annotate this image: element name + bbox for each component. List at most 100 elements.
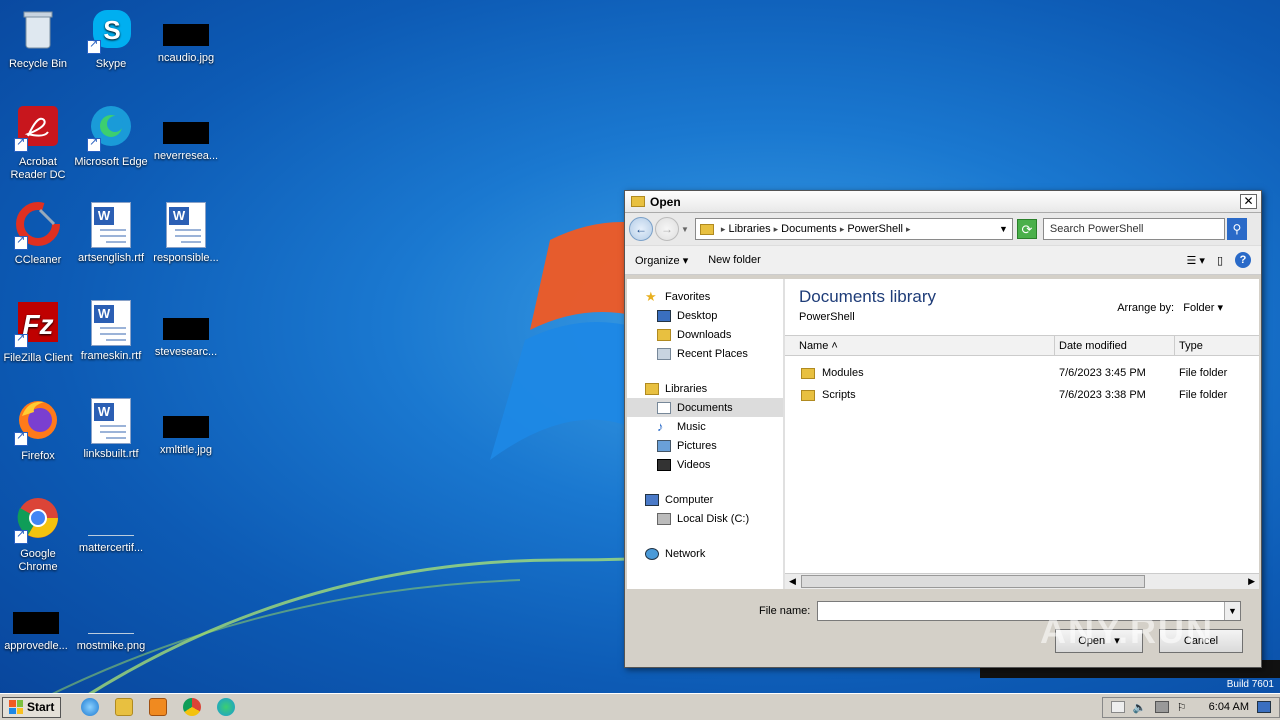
desktop-icon-ncaudio[interactable]: ncaudio.jpg	[148, 6, 224, 65]
desktop-icon-frameskin[interactable]: W frameskin.rtf	[73, 300, 149, 363]
address-dropdown-icon[interactable]: ▼	[999, 224, 1008, 234]
nav-item-music[interactable]: ♪ Music	[627, 417, 783, 436]
desktop-icon-label: mostmike.png	[76, 640, 146, 652]
desktop-icon-label: artsenglish.rtf	[77, 252, 145, 264]
open-file-dialog: Open ✕ ← → ▼ ▸ Libraries ▸ Documents ▸ P…	[624, 190, 1262, 668]
preview-pane-icon[interactable]: ▯	[1217, 254, 1223, 267]
organize-button[interactable]: Organize ▾	[635, 254, 688, 267]
chrome-icon[interactable]	[183, 698, 202, 716]
start-button[interactable]: Start	[2, 696, 62, 718]
column-type[interactable]: Type	[1175, 336, 1259, 355]
libraries-icon	[645, 382, 659, 395]
desktop-icon-acrobat[interactable]: Acrobat Reader DC	[0, 104, 76, 182]
action-center-flag-icon[interactable]: ⚐	[1177, 701, 1191, 714]
arrange-by-value[interactable]: Folder	[1183, 302, 1214, 314]
chevron-right-icon[interactable]: ▸	[721, 224, 726, 235]
view-options-icon[interactable]: ☰ ▾	[1186, 254, 1204, 267]
column-header: Name ˄ Date modified Type	[785, 335, 1259, 356]
dialog-titlebar[interactable]: Open	[625, 191, 1261, 213]
desktop-icon-label: CCleaner	[14, 254, 62, 266]
refresh-button[interactable]: ⟳	[1016, 219, 1037, 239]
nav-item-downloads[interactable]: Downloads	[627, 325, 783, 344]
shortcut-arrow-icon	[14, 332, 28, 348]
desktop-icon-chrome[interactable]: Google Chrome	[0, 496, 76, 574]
internet-explorer-icon[interactable]	[81, 698, 100, 716]
nav-item-desktop[interactable]: Desktop	[627, 306, 783, 325]
file-name-dropdown-icon[interactable]: ▼	[1224, 602, 1240, 620]
shortcut-arrow-icon	[14, 136, 28, 152]
desktop-icon-xmltitle[interactable]: xmltitle.jpg	[148, 398, 224, 457]
redacted-thumbnail	[163, 122, 209, 144]
breadcrumb-powershell[interactable]: PowerShell	[847, 223, 903, 235]
blank-file-icon	[88, 612, 134, 634]
chevron-right-icon[interactable]: ▸	[906, 224, 911, 235]
file-row-modules[interactable]: Modules 7/6/2023 3:45 PM File folder	[785, 363, 1259, 383]
file-type: File folder	[1179, 367, 1228, 379]
nav-item-local-disk[interactable]: Local Disk (C:)	[627, 509, 783, 528]
dialog-body: ★ Favorites Desktop Downloads Recent Plac…	[627, 279, 1259, 589]
desktop-icon-label: Google Chrome	[18, 548, 58, 573]
library-subtitle: PowerShell	[799, 311, 855, 323]
desktop-icon-stevesearc[interactable]: stevesearc...	[148, 300, 224, 359]
volume-icon[interactable]: 🔈	[1133, 701, 1147, 714]
desktop-icon-neverresea[interactable]: neverresea...	[148, 104, 224, 163]
desktop-icon-skype[interactable]: S Skype	[73, 6, 149, 71]
clock[interactable]: 6:04 AM	[1209, 701, 1249, 713]
file-explorer-icon[interactable]	[115, 698, 134, 716]
desktop-icon-approvedle[interactable]: approvedle...	[0, 594, 74, 653]
close-button[interactable]: ✕	[1240, 194, 1257, 209]
nav-item-favorites[interactable]: ★ Favorites	[627, 287, 783, 306]
column-name[interactable]: Name ˄	[785, 336, 1055, 355]
show-desktop-icon[interactable]	[1257, 701, 1271, 713]
desktop-icon-linksbuilt[interactable]: W linksbuilt.rtf	[73, 398, 149, 461]
search-icon[interactable]: ⚲	[1226, 218, 1247, 240]
nav-item-pictures[interactable]: Pictures	[627, 436, 783, 455]
breadcrumb-libraries[interactable]: Libraries	[728, 223, 770, 235]
desktop-icon-ccleaner[interactable]: CCleaner	[0, 202, 76, 267]
search-input[interactable]: Search PowerShell	[1042, 218, 1225, 240]
network-icon[interactable]	[1154, 701, 1169, 713]
anyrun-watermark: ANY.RUN	[1040, 610, 1215, 651]
shortcut-arrow-icon	[14, 430, 28, 446]
recent-pages-chevron-icon[interactable]: ▼	[681, 225, 689, 234]
new-folder-button[interactable]: New folder	[708, 254, 761, 266]
desktop-icon-filezilla[interactable]: Fz FileZilla Client	[0, 300, 76, 365]
nav-item-recent-places[interactable]: Recent Places	[627, 344, 783, 363]
forward-button[interactable]: →	[655, 217, 679, 241]
back-button[interactable]: ←	[629, 217, 653, 241]
nav-item-libraries[interactable]: Libraries	[627, 379, 783, 398]
nav-item-documents[interactable]: Documents	[627, 398, 783, 417]
desktop-icon-label: FileZilla Client	[3, 352, 73, 364]
address-bar[interactable]: ▸ Libraries ▸ Documents ▸ PowerShell ▸ ▼	[694, 218, 1013, 240]
scrollbar-thumb[interactable]	[801, 575, 1145, 588]
desktop-icon-label: neverresea...	[153, 150, 219, 162]
desktop-icon-responsible[interactable]: W responsible...	[148, 202, 224, 265]
chevron-right-icon[interactable]: ▸	[774, 224, 779, 235]
horizontal-scrollbar[interactable]: ◀ ▶	[785, 573, 1259, 589]
nav-item-network[interactable]: Network	[627, 544, 783, 563]
documents-icon	[657, 401, 671, 414]
desktop-icon-label: mattercertif...	[78, 542, 144, 554]
desktop-icon-artsenglish[interactable]: W artsenglish.rtf	[73, 202, 149, 265]
media-player-icon[interactable]	[149, 698, 168, 716]
file-row-scripts[interactable]: Scripts 7/6/2023 3:38 PM File folder	[785, 385, 1259, 405]
arrange-by[interactable]: Arrange by: Folder ▾	[1117, 301, 1223, 314]
desktop-icon-edge[interactable]: Microsoft Edge	[73, 104, 149, 169]
desktop-icon-firefox[interactable]: Firefox	[0, 398, 76, 463]
tray-file-icon[interactable]	[1110, 701, 1125, 713]
desktop-icon-mostmike[interactable]: mostmike.png	[73, 594, 149, 653]
desktop-icon-label: ncaudio.jpg	[157, 52, 215, 64]
column-date-modified[interactable]: Date modified	[1055, 336, 1175, 355]
breadcrumb-documents[interactable]: Documents	[781, 223, 837, 235]
scroll-right-icon[interactable]: ▶	[1248, 576, 1255, 587]
nav-item-computer[interactable]: Computer	[627, 490, 783, 509]
scroll-left-icon[interactable]: ◀	[789, 576, 796, 587]
desktop-icon-recycle-bin[interactable]: Recycle Bin	[0, 6, 76, 71]
file-date: 7/6/2023 3:38 PM	[1059, 389, 1146, 401]
nav-item-videos[interactable]: Videos	[627, 455, 783, 474]
videos-icon	[657, 458, 671, 471]
chevron-right-icon[interactable]: ▸	[840, 224, 845, 235]
desktop-icon-mattercertif[interactable]: mattercertif...	[73, 496, 149, 555]
help-icon[interactable]: ?	[1235, 252, 1251, 268]
edge-icon[interactable]	[217, 698, 236, 716]
